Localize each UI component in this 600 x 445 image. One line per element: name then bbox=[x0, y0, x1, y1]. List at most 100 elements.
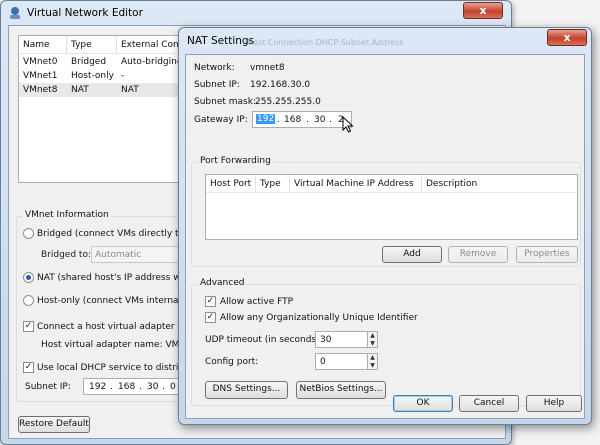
dhcp-label[interactable]: Use local DHCP service to distribute bbox=[37, 363, 189, 373]
properties-label: Properties bbox=[524, 249, 570, 259]
nat-title-bar[interactable]: NAT Settings Host Connection DHCP Subnet… bbox=[179, 28, 591, 54]
ip-dot: . bbox=[110, 382, 113, 392]
allow-active-ftp-checkbox[interactable]: ✓ bbox=[205, 296, 216, 307]
dns-settings-label: DNS Settings... bbox=[212, 384, 281, 394]
host-only-label[interactable]: Host-only (connect VMs internally in bbox=[37, 296, 189, 306]
ip-dot: . bbox=[277, 115, 280, 125]
gateway-octet[interactable]: 168 bbox=[284, 115, 301, 125]
add-button[interactable]: Add bbox=[382, 246, 442, 263]
subnet-ip-field[interactable]: 192 . 168 . 30 . 0 bbox=[83, 378, 183, 395]
gateway-ip-label: Gateway IP: bbox=[194, 115, 248, 125]
connect-adapter-checkbox[interactable]: ✓ bbox=[23, 321, 34, 332]
network-table[interactable]: Name Type External Conne VMnet0 Bridged … bbox=[18, 35, 187, 183]
column-header-type[interactable]: Type bbox=[256, 175, 290, 193]
allow-oui-checkbox[interactable]: ✓ bbox=[205, 312, 216, 323]
udp-timeout-label: UDP timeout (in seconds): bbox=[205, 335, 323, 345]
main-close-button[interactable]: x bbox=[463, 2, 503, 19]
subnet-ip-octet: 0 bbox=[170, 382, 176, 392]
dns-settings-button[interactable]: DNS Settings... bbox=[205, 381, 288, 399]
properties-button[interactable]: Properties bbox=[516, 246, 578, 263]
table-cell: Auto-bridging bbox=[121, 57, 183, 67]
host-only-radio[interactable] bbox=[23, 295, 34, 306]
gateway-octet[interactable]: 30 bbox=[314, 115, 325, 125]
udp-timeout-spinner[interactable]: 30 ▲ ▼ bbox=[315, 331, 378, 348]
table-cell: VMnet8 bbox=[23, 85, 58, 95]
mouse-cursor-icon bbox=[342, 115, 354, 133]
port-forwarding-table[interactable]: Host Port Type Virtual Machine IP Addres… bbox=[205, 174, 578, 240]
network-table-header: Name Type External Conne bbox=[19, 36, 187, 54]
gateway-ip-field[interactable]: 192 . 168 . 30 . 2 bbox=[252, 111, 352, 128]
network-label: Network: bbox=[194, 63, 235, 73]
restore-default-label: Restore Default bbox=[19, 419, 89, 429]
nat-settings-dialog: NAT Settings Host Connection DHCP Subnet… bbox=[178, 27, 592, 425]
vmnet-information-legend: VMnet Information bbox=[23, 210, 111, 220]
subnet-ip-value: 192.168.30.0 bbox=[250, 80, 311, 90]
nat-client-area: Network: vmnet8 Subnet IP: 192. 168. 30. 0 … bbox=[185, 54, 585, 419]
main-title-bar[interactable]: Virtual Network Editor x bbox=[1, 1, 511, 25]
nat-label[interactable]: NAT (shared host's IP address with bbox=[37, 273, 189, 283]
bridged-to-select[interactable]: Automatic bbox=[91, 246, 192, 263]
table-row[interactable]: VMnet1 Host-only - bbox=[19, 69, 185, 83]
table-cell: VMnet0 bbox=[23, 57, 58, 67]
adapter-name-label: Host virtual adapter name: VMware bbox=[41, 340, 191, 350]
column-header-description[interactable]: Description bbox=[422, 175, 577, 193]
table-row-selected[interactable]: VMnet8 NAT NAT bbox=[19, 83, 185, 97]
subnet-ip-octet: 192 bbox=[89, 382, 107, 392]
column-header-host-port[interactable]: Host Port bbox=[206, 175, 256, 193]
port-forwarding-header: Host Port Type Virtual Machine IP Addres… bbox=[206, 175, 577, 193]
restore-default-button[interactable]: Restore Default bbox=[18, 416, 90, 433]
allow-active-ftp-label[interactable]: Allow active FTP bbox=[220, 297, 293, 307]
udp-timeout-value: 30 bbox=[320, 335, 332, 345]
gateway-octet-selected[interactable]: 192 bbox=[256, 114, 276, 124]
spin-up-icon[interactable]: ▲ bbox=[368, 332, 377, 340]
cancel-label: Cancel bbox=[473, 398, 505, 408]
subnet-ip-label: Subnet IP: bbox=[194, 80, 240, 90]
bridged-to-value: Automatic bbox=[95, 250, 142, 260]
ip-dot: . bbox=[306, 115, 309, 125]
cancel-button[interactable]: Cancel bbox=[459, 395, 519, 412]
table-cell: Host-only bbox=[71, 71, 114, 81]
column-header-type[interactable]: Type bbox=[67, 36, 117, 54]
advanced-group: Advanced ✓ Allow active FTP ✓ Allow any … bbox=[191, 278, 581, 406]
remove-button[interactable]: Remove bbox=[448, 246, 508, 263]
spin-down-icon[interactable]: ▼ bbox=[368, 361, 377, 369]
config-port-spin-buttons[interactable]: ▲ ▼ bbox=[367, 354, 377, 369]
netbios-settings-label: NetBios Settings... bbox=[299, 384, 383, 394]
help-label: Help bbox=[543, 398, 565, 408]
add-label: Add bbox=[403, 249, 421, 259]
ok-button[interactable]: OK bbox=[393, 395, 453, 412]
subnet-ip-label: Subnet IP: bbox=[25, 382, 71, 392]
udp-timeout-spin-buttons[interactable]: ▲ ▼ bbox=[367, 332, 377, 347]
close-icon: x bbox=[563, 31, 571, 44]
column-header-external[interactable]: External Conne bbox=[117, 36, 187, 54]
network-value: vmnet8 bbox=[250, 63, 285, 73]
ip-dot: . bbox=[139, 382, 142, 392]
advanced-legend: Advanced bbox=[198, 278, 247, 288]
ip-dot: . bbox=[162, 382, 165, 392]
table-row[interactable]: VMnet0 Bridged Auto-bridging bbox=[19, 55, 185, 69]
remove-label: Remove bbox=[459, 249, 497, 259]
help-button[interactable]: Help bbox=[526, 395, 582, 412]
bridged-to-label: Bridged to: bbox=[41, 250, 91, 260]
column-header-name[interactable]: Name bbox=[19, 36, 67, 54]
main-window-title: Virtual Network Editor bbox=[27, 7, 143, 19]
spin-up-icon[interactable]: ▲ bbox=[368, 354, 377, 362]
config-port-spinner[interactable]: 0 ▲ ▼ bbox=[315, 353, 378, 370]
spin-down-icon[interactable]: ▼ bbox=[368, 339, 377, 347]
connect-adapter-label[interactable]: Connect a host virtual adapter to th bbox=[37, 322, 189, 332]
table-cell: NAT bbox=[121, 85, 139, 95]
table-cell: - bbox=[121, 71, 125, 81]
nat-dialog-title: NAT Settings bbox=[187, 35, 255, 47]
allow-oui-label[interactable]: Allow any Organizationally Unique Identi… bbox=[220, 313, 418, 323]
bridged-label[interactable]: Bridged (connect VMs directly to the bbox=[37, 229, 189, 239]
column-header-vm-ip[interactable]: Virtual Machine IP Address bbox=[290, 175, 422, 193]
nat-radio[interactable] bbox=[23, 272, 34, 283]
port-forwarding-group: Port Forwarding Host Port Type Virtual M… bbox=[191, 156, 581, 267]
table-cell: Bridged bbox=[71, 57, 107, 67]
bridged-radio[interactable] bbox=[23, 228, 34, 239]
dhcp-checkbox[interactable]: ✓ bbox=[23, 362, 34, 373]
app-icon bbox=[8, 6, 22, 20]
table-cell: NAT bbox=[71, 85, 89, 95]
netbios-settings-button[interactable]: NetBios Settings... bbox=[296, 381, 386, 399]
nat-close-button[interactable]: x bbox=[547, 29, 587, 46]
